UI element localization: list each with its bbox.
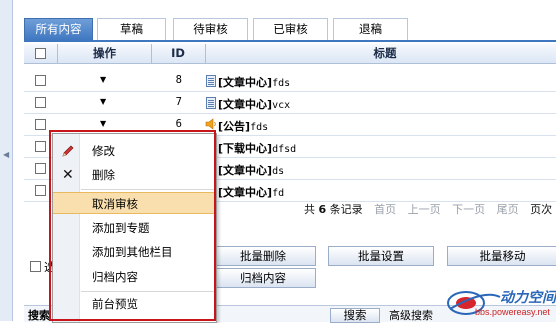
row-id: 8	[175, 74, 182, 86]
tab-rejected[interactable]: 退稿	[333, 18, 408, 40]
table-row[interactable]: ▼ 7 [文章中心]vcx	[24, 92, 556, 114]
select-all-checkbox[interactable]	[35, 48, 46, 59]
archive-button[interactable]: 归档内容	[210, 268, 316, 288]
row-id: 7	[175, 96, 182, 108]
batch-settings-button[interactable]: 批量设置	[328, 246, 434, 266]
menu-item-label: 添加到专题	[92, 221, 150, 235]
menu-item-label: 添加到其他栏目	[92, 245, 173, 259]
pager-last[interactable]: 尾页	[497, 203, 519, 216]
row-title[interactable]: [下载中心]dfsd	[218, 140, 296, 156]
row-action-dropdown-icon[interactable]: ▼	[100, 97, 106, 106]
menu-item-add-to-topic[interactable]: 添加到专题	[53, 217, 216, 239]
row-action-dropdown-icon[interactable]: ▼	[100, 75, 106, 84]
row-checkbox[interactable]	[35, 75, 46, 86]
menu-item-archive[interactable]: 归档内容	[53, 266, 216, 288]
left-collapse-strip[interactable]: ◀	[0, 0, 13, 321]
row-checkbox[interactable]	[35, 97, 46, 108]
menu-item-delete[interactable]: ✕ 删除	[53, 164, 216, 186]
pencil-icon	[62, 145, 74, 157]
tab-all[interactable]: 所有内容	[24, 18, 93, 40]
speaker-icon	[205, 118, 216, 130]
menu-item-cancel-review[interactable]: 取消审核	[53, 192, 216, 214]
row-checkbox[interactable]	[35, 141, 46, 152]
header-id: ID	[171, 46, 185, 60]
pager-jump[interactable]: 页次	[530, 203, 552, 216]
table-row[interactable]: ▼ 8 [文章中心]fds	[24, 70, 556, 92]
document-icon	[206, 97, 216, 109]
content-table: 操作 ID 标题 ▼ 8 [文章中心]fds ▼ 7 [文章中心]vcx ▼ 6…	[24, 40, 556, 202]
row-title[interactable]: [文章中心]vcx	[218, 96, 290, 112]
document-icon	[206, 75, 216, 87]
tab-pending[interactable]: 待审核	[173, 18, 248, 40]
pager-first[interactable]: 首页	[374, 203, 396, 216]
context-menu: 修改 ✕ 删除 取消审核 添加到专题 添加到其他栏目 归档内容 前台预览	[52, 133, 217, 323]
row-title[interactable]: [文章中心]fd	[218, 184, 284, 200]
pager-next[interactable]: 下一页	[452, 203, 485, 216]
row-checkbox[interactable]	[35, 163, 46, 174]
menu-item-label: 归档内容	[92, 270, 138, 284]
header-op: 操作	[93, 46, 116, 60]
menu-item-label: 前台预览	[92, 297, 138, 311]
row-action-dropdown-icon[interactable]: ▼	[100, 119, 106, 128]
pager-prefix: 共	[304, 203, 315, 216]
collapse-arrow-icon[interactable]: ◀	[3, 150, 9, 159]
menu-item-label: 删除	[92, 168, 115, 182]
pager-prev[interactable]: 上一页	[408, 203, 441, 216]
bottom-select-all-checkbox[interactable]	[30, 261, 41, 272]
menu-item-preview[interactable]: 前台预览	[53, 293, 216, 315]
pager-count: 6	[318, 203, 327, 216]
header-title: 标题	[373, 46, 397, 60]
batch-delete-button[interactable]: 批量删除	[210, 246, 316, 266]
row-title[interactable]: [文章中心]ds	[218, 162, 284, 178]
row-id: 6	[175, 118, 182, 130]
batch-move-button[interactable]: 批量移动	[447, 246, 556, 266]
tab-approved[interactable]: 已审核	[253, 18, 328, 40]
row-checkbox[interactable]	[35, 185, 46, 196]
row-title[interactable]: [文章中心]fds	[218, 74, 290, 90]
row-title[interactable]: [公告]fds	[218, 118, 268, 134]
menu-item-label: 取消审核	[92, 197, 138, 211]
pagination: 共 6 条记录 首页 上一页 下一页 尾页 页次	[304, 201, 552, 217]
menu-item-add-to-other-column[interactable]: 添加到其他栏目	[53, 241, 216, 263]
table-header: 操作 ID 标题	[24, 44, 556, 64]
row-checkbox[interactable]	[35, 119, 46, 130]
delete-x-icon: ✕	[62, 167, 74, 183]
menu-item-edit[interactable]: 修改	[53, 140, 216, 162]
watermark-url: bbs.powereasy.net	[475, 307, 550, 317]
tab-draft[interactable]: 草稿	[97, 18, 166, 40]
pager-suffix: 条记录	[329, 203, 363, 216]
watermark-brand: 动力空间	[500, 290, 556, 306]
menu-separator	[81, 189, 214, 190]
menu-separator	[81, 291, 214, 292]
menu-item-label: 修改	[92, 144, 115, 158]
